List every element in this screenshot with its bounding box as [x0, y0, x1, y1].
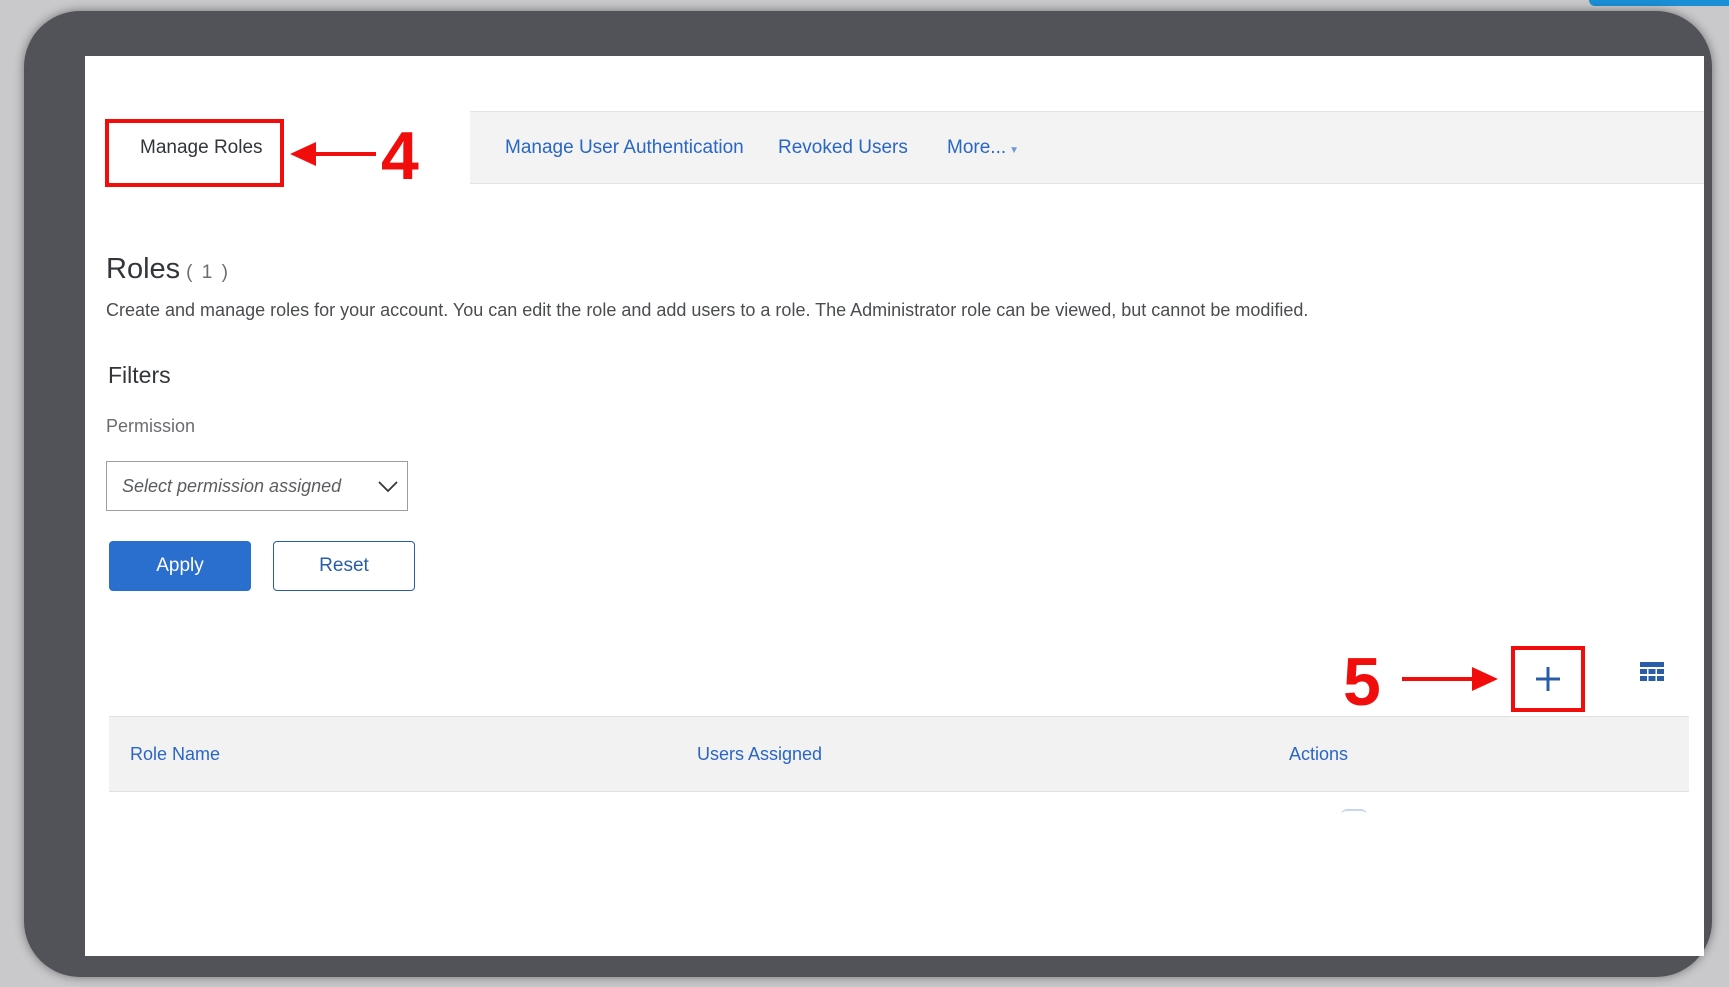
chevron-down-icon — [378, 481, 398, 493]
device-frame: Manage Roles Manage User Authentication … — [24, 11, 1712, 977]
apply-button[interactable]: Apply — [109, 541, 251, 591]
tab-more[interactable]: More... ▼ — [947, 112, 1019, 183]
tab-more-label: More... — [947, 137, 1007, 158]
annotation-arrow-left-icon — [290, 142, 376, 166]
annotation-step-5: 5 — [1343, 644, 1381, 720]
corner-accent — [1589, 0, 1729, 6]
reset-button[interactable]: Reset — [273, 541, 415, 591]
row-action-icon-partial — [1341, 809, 1367, 815]
column-header-role-name[interactable]: Role Name — [130, 717, 220, 791]
tab-manage-user-authentication[interactable]: Manage User Authentication — [505, 112, 744, 183]
permission-select-placeholder: Select permission assigned — [122, 476, 342, 496]
roles-count: ( 1 ) — [186, 262, 230, 283]
column-header-users-assigned[interactable]: Users Assigned — [697, 717, 822, 791]
annotation-box-manage-roles — [105, 119, 284, 187]
roles-description: Create and manage roles for your account… — [106, 300, 1309, 320]
table-grid-icon[interactable] — [1638, 658, 1666, 686]
roles-title-text: Roles — [106, 253, 181, 285]
permission-label: Permission — [106, 416, 196, 436]
filters-title: Filters — [108, 362, 171, 388]
app-screen: Manage Roles Manage User Authentication … — [85, 56, 1704, 956]
page-title: Roles( 1 ) — [106, 253, 230, 286]
caret-down-icon: ▼ — [1009, 145, 1020, 156]
annotation-arrow-right-icon — [1402, 667, 1498, 691]
tab-revoked-users[interactable]: Revoked Users — [778, 112, 908, 183]
annotation-step-4: 4 — [381, 118, 419, 194]
annotation-box-add-role — [1511, 646, 1585, 712]
permission-select[interactable]: Select permission assigned — [106, 461, 408, 511]
column-header-actions: Actions — [1289, 744, 1349, 764]
roles-table-header: Role Name Users Assigned Actions — [109, 716, 1689, 792]
